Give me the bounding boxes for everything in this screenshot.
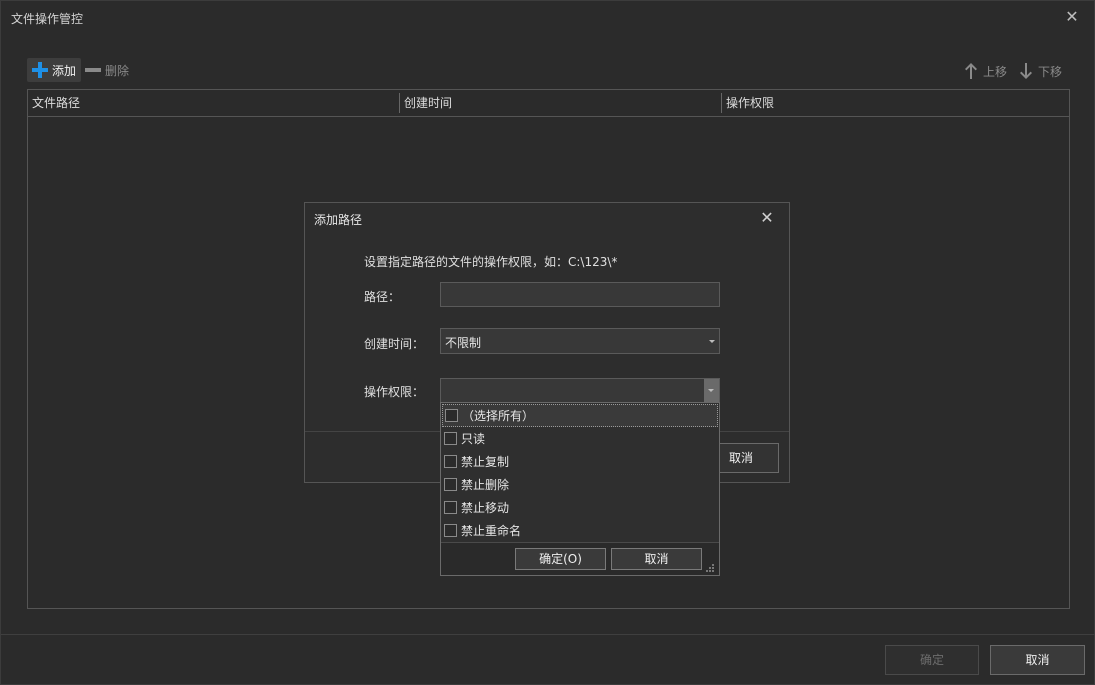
column-header-permission[interactable]: 操作权限 [722,90,1062,116]
option-label: （选择所有） [462,409,535,423]
option-select-all[interactable]: （选择所有） [442,404,718,427]
popup-ok-button[interactable]: 确定(O) [515,548,606,570]
delete-button-label: 删除 [105,63,130,78]
option-label: 禁止复制 [461,455,510,469]
permission-select[interactable] [440,378,720,404]
popup-cancel-button[interactable]: 取消 [611,548,702,570]
chevron-down-icon [708,389,714,392]
option-read-only[interactable]: 只读 [442,427,718,450]
created-time-select[interactable]: 不限制 [440,328,720,354]
option-no-move[interactable]: 禁止移动 [442,496,718,519]
checkbox[interactable] [444,524,457,537]
arrow-up-icon [965,63,977,79]
resize-grip-icon[interactable] [705,563,715,573]
footer-divider [1,634,1095,635]
plus-icon [32,62,48,78]
option-no-rename[interactable]: 禁止重命名 [442,519,718,542]
created-time-label: 创建时间： [364,337,425,351]
option-label: 禁止重命名 [461,524,522,538]
add-button[interactable]: 添加 [27,58,81,82]
permission-label: 操作权限： [364,385,425,399]
add-button-label: 添加 [52,63,77,78]
created-time-value: 不限制 [445,336,482,350]
minus-icon [85,68,101,72]
chevron-down-icon [709,340,715,343]
dialog-title: 添加路径 [314,213,363,227]
permission-dropdown-popup: （选择所有） 只读 禁止复制 禁止删除 禁止移动 禁止重命名 确定(O) 取消 [440,402,720,576]
checkbox[interactable] [445,409,458,422]
option-label: 禁止删除 [461,478,510,492]
dialog-hint: 设置指定路径的文件的操作权限，如：C:\123\* [364,255,618,269]
cancel-button[interactable]: 取消 [990,645,1085,675]
column-header-path[interactable]: 文件路径 [28,90,399,116]
delete-button[interactable]: 删除 [85,58,129,82]
arrow-down-icon [1020,63,1032,79]
move-up-label: 上移 [983,64,1008,79]
column-header-created-time[interactable]: 创建时间 [400,90,721,116]
path-input[interactable] [440,282,720,307]
checkbox[interactable] [444,478,457,491]
option-no-delete[interactable]: 禁止删除 [442,473,718,496]
table-header: 文件路径 创建时间 操作权限 [28,90,1069,117]
window-close-icon[interactable]: ✕ [1063,8,1081,26]
checkbox[interactable] [444,455,457,468]
path-label: 路径： [364,290,401,304]
permission-dropdown-button[interactable] [704,379,719,403]
option-label: 禁止移动 [461,501,510,515]
move-down-label: 下移 [1038,64,1063,79]
window-title: 文件操作管控 [11,12,84,26]
move-down-button[interactable]: 下移 [1018,62,1062,80]
popup-button-bar: 确定(O) 取消 [441,542,719,575]
option-label: 只读 [461,432,486,446]
option-no-copy[interactable]: 禁止复制 [442,450,718,473]
checkbox[interactable] [444,432,457,445]
dialog-close-icon[interactable]: ✕ [757,208,777,228]
ok-button[interactable]: 确定 [885,645,979,675]
checkbox[interactable] [444,501,457,514]
move-up-button[interactable]: 上移 [963,62,1007,80]
